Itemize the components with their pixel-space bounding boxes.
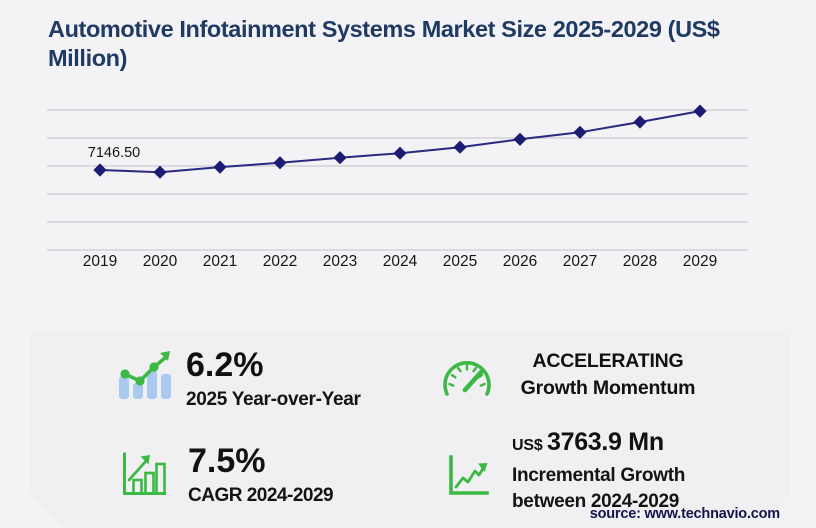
- data-point-label: 7146.50: [88, 145, 140, 161]
- stat-incremental: US$ 3763.9 Mn Incremental Growth between…: [448, 428, 768, 512]
- incremental-label-line1: Incremental Growth: [512, 464, 685, 487]
- speedometer-icon: [440, 354, 494, 405]
- data-point-marker: [573, 126, 586, 139]
- market-line-chart: 2019 2020 2021 2022 2023 2024 2025 2026 2027 2028…: [0, 88, 816, 280]
- momentum-status: ACCELERATING: [502, 350, 714, 373]
- x-tick-label: 2021: [203, 253, 237, 270]
- incremental-value: 3763.9 Mn: [547, 428, 664, 456]
- x-tick-label: 2028: [623, 253, 657, 270]
- x-tick-label: 2023: [323, 253, 357, 270]
- data-point-marker: [333, 151, 346, 164]
- x-tick-label: 2026: [503, 253, 537, 270]
- x-tick-label: 2029: [683, 253, 717, 270]
- stat-yoy: 6.2% 2025 Year-over-Year: [118, 348, 398, 408]
- incremental-value-row: US$ 3763.9 Mn: [512, 428, 685, 457]
- bar-chart-trend-icon: [118, 350, 174, 405]
- stat-momentum: ACCELERATING Growth Momentum: [440, 350, 740, 406]
- stat-cagr: 7.5% CAGR 2024-2029: [122, 444, 402, 506]
- yoy-label: 2025 Year-over-Year: [186, 388, 361, 411]
- momentum-label: Growth Momentum: [502, 377, 714, 400]
- incremental-currency: US$: [512, 437, 543, 454]
- data-point-marker: [693, 105, 706, 118]
- data-point-marker: [633, 115, 646, 128]
- x-tick-label: 2024: [383, 253, 418, 270]
- data-point-marker: [513, 133, 526, 146]
- x-tick-label: 2020: [143, 253, 178, 270]
- x-tick-label: 2022: [263, 253, 297, 270]
- line-chart-svg: 2019 2020 2021 2022 2023 2024 2025 2026 2027 2028…: [0, 88, 816, 280]
- x-tick-label: 2025: [443, 253, 477, 270]
- yoy-value: 6.2%: [186, 348, 361, 382]
- data-point-marker: [273, 156, 286, 169]
- data-point-marker: [453, 141, 466, 154]
- data-point-marker: [213, 161, 226, 174]
- cagr-label: CAGR 2024-2029: [188, 484, 333, 507]
- cagr-value: 7.5%: [188, 444, 333, 478]
- data-point-marker: [93, 163, 106, 176]
- x-tick-label: 2027: [563, 253, 597, 270]
- page-title: Automotive Infotainment Systems Market S…: [48, 15, 754, 72]
- data-point-marker: [153, 166, 166, 179]
- line-growth-icon: [448, 454, 490, 501]
- data-point-marker: [393, 147, 406, 160]
- x-tick-label: 2019: [83, 253, 117, 270]
- bar-chart-frame-icon: [122, 452, 166, 501]
- source-credit: source: www.technavio.com: [590, 506, 780, 522]
- data-line: [100, 111, 700, 172]
